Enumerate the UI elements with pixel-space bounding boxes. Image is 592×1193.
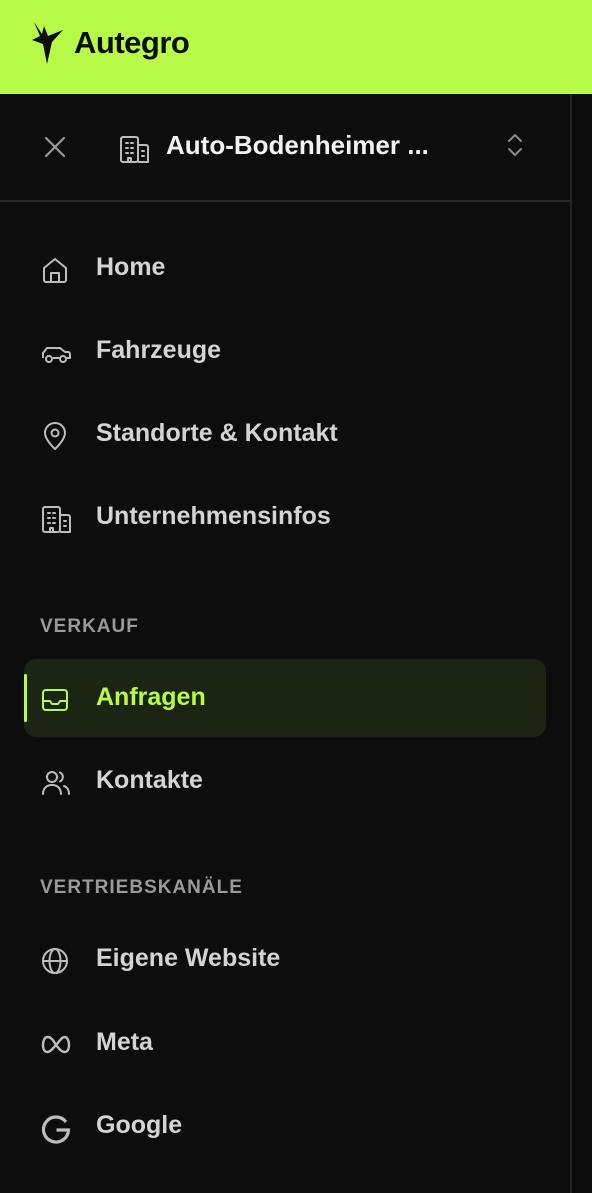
nav-item-fahrzeuge[interactable]: Fahrzeuge bbox=[24, 312, 546, 390]
nav-item-standorte[interactable]: Standorte & Kontakt bbox=[24, 395, 546, 473]
nav-item-meta[interactable]: Meta bbox=[24, 1004, 546, 1082]
nav-item-label: Kontakte bbox=[96, 766, 203, 794]
users-icon bbox=[40, 768, 70, 798]
map-pin-icon bbox=[40, 421, 70, 451]
account-switch-button[interactable] bbox=[500, 130, 530, 160]
car-icon bbox=[40, 338, 71, 368]
globe-icon bbox=[40, 946, 70, 976]
close-icon bbox=[40, 136, 70, 166]
nav-item-label: Google bbox=[96, 1111, 183, 1139]
nav-item-anfragen[interactable]: Anfragen bbox=[24, 659, 546, 737]
brand-logo[interactable]: Autegro bbox=[30, 20, 190, 66]
nav-item-home[interactable]: Home bbox=[24, 229, 546, 307]
close-button[interactable] bbox=[40, 132, 70, 162]
section-heading-vertriebskanaele: VERTRIEBSKANÄLE bbox=[40, 877, 243, 898]
account-switcher: Auto-Bodenheimer ... bbox=[0, 94, 570, 202]
nav-item-eigene-website[interactable]: Eigene Website bbox=[24, 920, 546, 998]
nav-item-label: Anfragen bbox=[96, 683, 206, 711]
nav-item-label: Home bbox=[96, 253, 166, 281]
inbox-icon bbox=[40, 685, 70, 715]
chevrons-up-down-icon bbox=[500, 134, 530, 164]
nav-item-kontakte[interactable]: Kontakte bbox=[24, 742, 546, 820]
nav-item-unternehmensinfos[interactable]: Unternehmensinfos bbox=[24, 478, 546, 556]
meta-icon bbox=[40, 1030, 71, 1060]
nav-item-label: Unternehmensinfos bbox=[96, 502, 331, 530]
top-bar: Autegro bbox=[0, 0, 592, 94]
nav-item-label: Standorte & Kontakt bbox=[96, 419, 338, 447]
building-icon bbox=[40, 504, 71, 534]
brand-name: Autegro bbox=[74, 25, 190, 60]
nav-item-label: Meta bbox=[96, 1028, 153, 1056]
nav-item-label: Fahrzeuge bbox=[96, 336, 222, 364]
bird-logo-icon bbox=[30, 20, 66, 66]
google-icon bbox=[40, 1113, 71, 1144]
main-content-edge bbox=[572, 94, 592, 1193]
building-icon bbox=[118, 134, 150, 169]
nav-item-label: Eigene Website bbox=[96, 944, 281, 972]
section-heading-verkauf: VERKAUF bbox=[40, 616, 139, 637]
nav-item-google[interactable]: Google bbox=[24, 1087, 546, 1165]
active-indicator bbox=[24, 674, 27, 722]
account-name: Auto-Bodenheimer ... bbox=[166, 130, 429, 160]
sidebar: Auto-Bodenheimer ... Home Fahrzeuge Stan… bbox=[0, 94, 570, 1193]
home-icon bbox=[40, 255, 70, 285]
